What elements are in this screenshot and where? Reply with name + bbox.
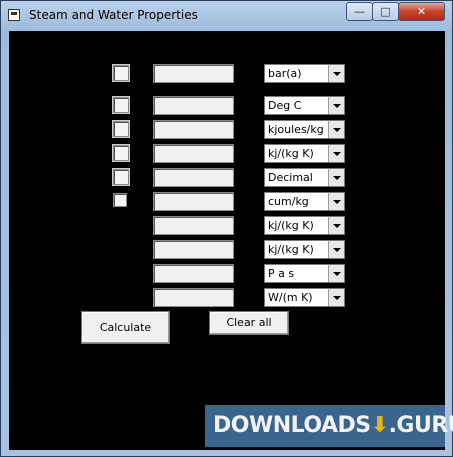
chevron-down-icon[interactable]	[328, 217, 344, 234]
watermark-text: DOWNLOADS⬇.GURU	[213, 413, 453, 438]
chevron-down-icon[interactable]	[328, 97, 344, 114]
value-field-pressure[interactable]	[153, 64, 234, 83]
chevron-down-icon[interactable]	[328, 265, 344, 282]
chevron-down-icon[interactable]	[328, 289, 344, 306]
row-checkbox-temperature[interactable]	[113, 97, 129, 113]
chevron-down-icon[interactable]	[328, 65, 344, 82]
calculate-button[interactable]: Calculate	[81, 311, 170, 344]
watermark-left: DOWNLOADS	[213, 413, 371, 438]
unit-dropdown-value: cum/kg	[268, 195, 309, 208]
unit-dropdown-value: Deg C	[268, 99, 302, 112]
unit-dropdown-value: kj/(kg K)	[268, 243, 314, 256]
unit-dropdown-conductivity[interactable]: W/(m K)	[264, 288, 345, 307]
unit-dropdown-entropy[interactable]: kj/(kg K)	[264, 144, 345, 163]
value-field-temperature[interactable]	[153, 96, 234, 115]
watermark-banner: DOWNLOADS⬇.GURU	[205, 405, 453, 447]
row-checkbox-volume[interactable]	[113, 193, 127, 207]
unit-dropdown-temperature[interactable]: Deg C	[264, 96, 345, 115]
value-field-volume[interactable]	[153, 192, 234, 211]
row-checkbox-enthalpy[interactable]	[113, 121, 129, 137]
chevron-down-icon[interactable]	[328, 169, 344, 186]
chevron-down-icon[interactable]	[328, 241, 344, 258]
value-field-cv[interactable]	[153, 240, 234, 259]
watermark-right: .GURU	[388, 413, 453, 438]
app-icon	[8, 9, 20, 21]
unit-dropdown-enthalpy[interactable]: kjoules/kg	[264, 120, 345, 139]
unit-dropdown-cv[interactable]: kj/(kg K)	[264, 240, 345, 259]
download-arrow-icon: ⬇	[370, 413, 389, 438]
unit-dropdown-volume[interactable]: cum/kg	[264, 192, 345, 211]
title-bar[interactable]: Steam and Water Properties — □ ✕	[1, 1, 452, 31]
value-field-quality[interactable]	[153, 168, 234, 187]
clear-all-button[interactable]: Clear all	[209, 311, 289, 335]
maximize-button[interactable]: □	[372, 2, 399, 21]
chevron-down-icon[interactable]	[328, 121, 344, 138]
unit-dropdown-value: Decimal	[268, 171, 313, 184]
row-checkbox-quality[interactable]	[113, 169, 129, 185]
unit-dropdown-viscosity[interactable]: P a s	[264, 264, 345, 283]
unit-dropdown-value: kj/(kg K)	[268, 219, 314, 232]
row-checkbox-entropy[interactable]	[113, 145, 129, 161]
chevron-down-icon[interactable]	[328, 145, 344, 162]
close-button[interactable]: ✕	[398, 2, 445, 21]
unit-dropdown-value: kj/(kg K)	[268, 147, 314, 160]
value-field-enthalpy[interactable]	[153, 120, 234, 139]
window-title: Steam and Water Properties	[29, 8, 198, 22]
value-field-cp[interactable]	[153, 216, 234, 235]
chevron-down-icon[interactable]	[328, 193, 344, 210]
unit-dropdown-value: kjoules/kg	[268, 123, 324, 136]
unit-dropdown-quality[interactable]: Decimal	[264, 168, 345, 187]
unit-dropdown-value: W/(m K)	[268, 291, 313, 304]
unit-dropdown-value: bar(a)	[268, 67, 302, 80]
row-checkbox-pressure[interactable]	[113, 65, 129, 81]
value-field-viscosity[interactable]	[153, 264, 234, 283]
unit-dropdown-value: P a s	[268, 267, 295, 280]
value-field-entropy[interactable]	[153, 144, 234, 163]
unit-dropdown-cp[interactable]: kj/(kg K)	[264, 216, 345, 235]
value-field-conductivity[interactable]	[153, 288, 234, 307]
minimize-button[interactable]: —	[346, 2, 373, 21]
unit-dropdown-pressure[interactable]: bar(a)	[264, 64, 345, 83]
app-window: Steam and Water Properties — □ ✕ bar(a) …	[0, 0, 453, 457]
